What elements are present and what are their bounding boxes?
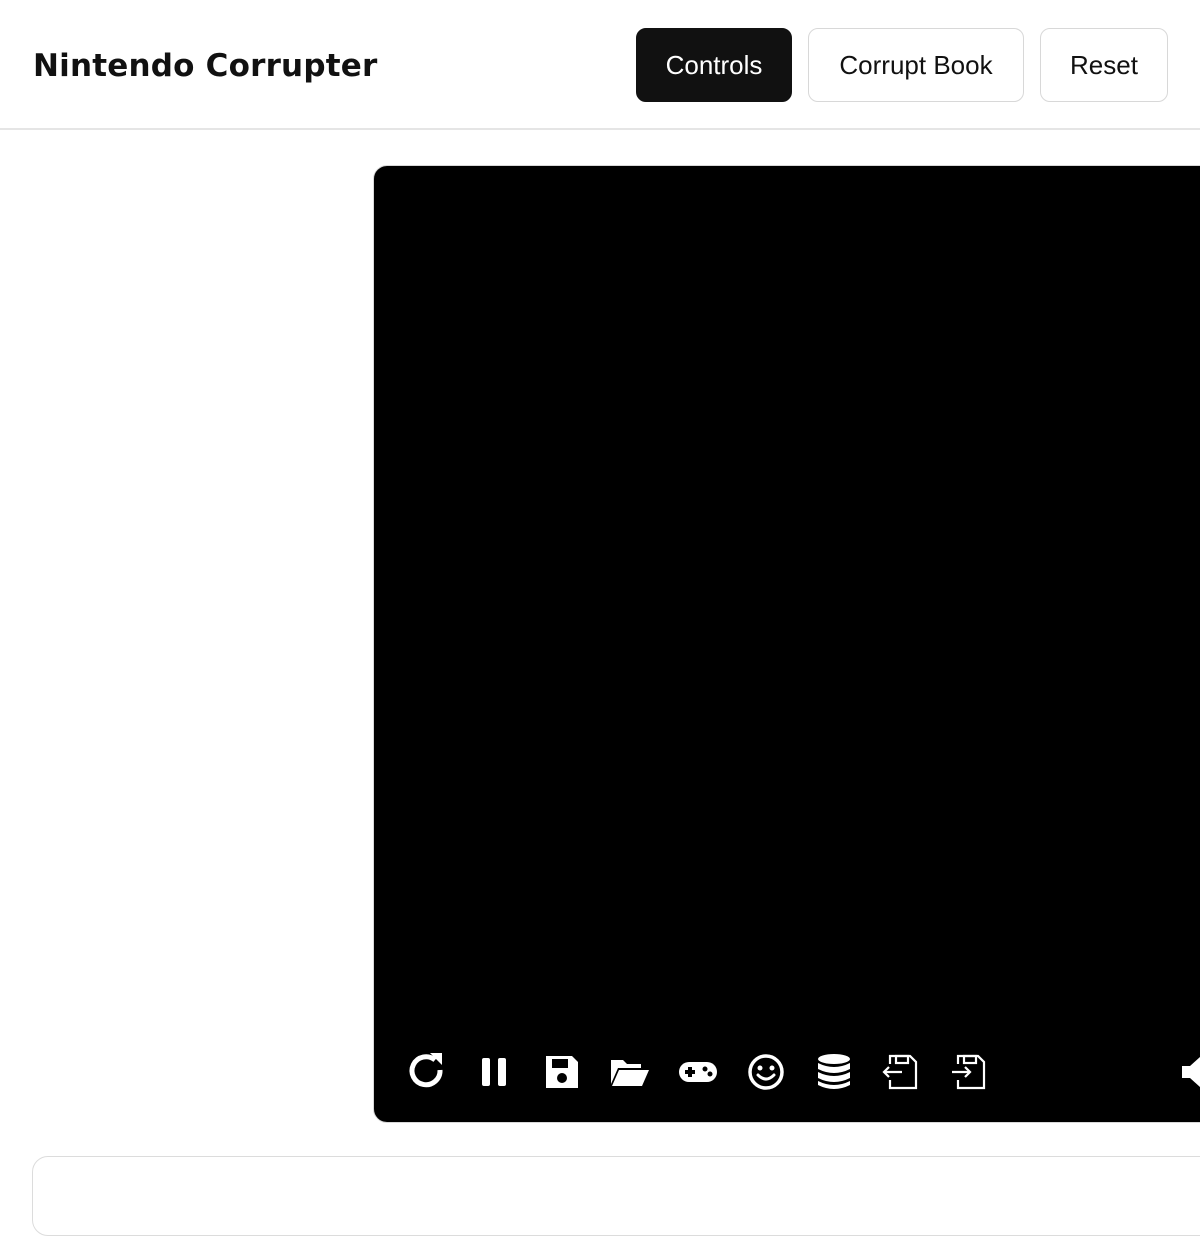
- restart-icon[interactable]: [404, 1050, 448, 1094]
- emulator-screen[interactable]: [373, 165, 1200, 1123]
- load-state-icon[interactable]: [608, 1050, 652, 1094]
- gamepad-icon[interactable]: [676, 1050, 720, 1094]
- pause-icon[interactable]: [472, 1050, 516, 1094]
- import-save-icon[interactable]: [948, 1050, 992, 1094]
- volume-icon[interactable]: [1178, 1050, 1200, 1094]
- app-title: Nintendo Corrupter: [33, 48, 378, 84]
- cache-icon[interactable]: [812, 1050, 856, 1094]
- save-state-icon[interactable]: [540, 1050, 584, 1094]
- app-header: Nintendo Corrupter Controls Corrupt Book…: [0, 0, 1200, 130]
- controls-button[interactable]: Controls: [636, 28, 792, 102]
- controls-panel: [32, 1156, 1200, 1236]
- export-save-icon[interactable]: [880, 1050, 924, 1094]
- cheats-icon[interactable]: [744, 1050, 788, 1094]
- reset-button[interactable]: Reset: [1040, 28, 1168, 102]
- corrupt-book-button[interactable]: Corrupt Book: [808, 28, 1024, 102]
